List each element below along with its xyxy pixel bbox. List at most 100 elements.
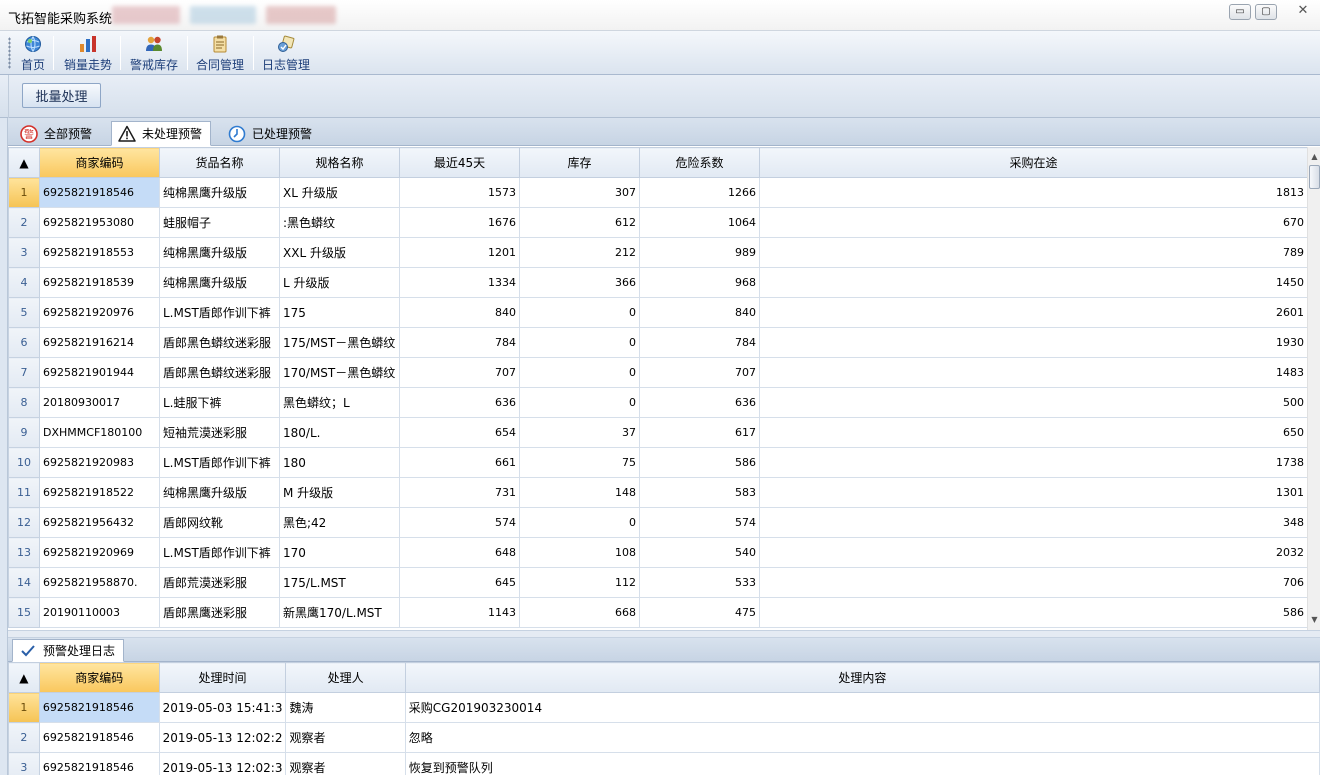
cell-risk-factor[interactable]: 707	[639, 357, 760, 388]
cell-product-name[interactable]: 短袖荒漠迷彩服	[159, 417, 280, 448]
column-header-in-transit[interactable]: 采购在途	[759, 147, 1308, 178]
close-button[interactable]: ✕	[1292, 4, 1314, 20]
cell-stock[interactable]: 366	[519, 267, 640, 298]
cell-product-name[interactable]: 纯棉黑鹰升级版	[159, 177, 280, 208]
cell-in-transit[interactable]: 670	[759, 207, 1308, 238]
cell-spec-name[interactable]: XXL 升级版	[279, 237, 400, 268]
cell-merchant-code[interactable]: 6925821918546	[38, 722, 160, 753]
table-row[interactable]: 2 6925821918546 2019-05-13 12:02:2 观察者 忽略	[8, 722, 1320, 753]
column-header-merchant-code[interactable]: 商家编码	[38, 662, 160, 693]
table-row[interactable]: 11 6925821918522 纯棉黑鹰升级版 M 升级版 731 148 583 1301	[8, 477, 1308, 508]
table-row[interactable]: 5 6925821920976 L.MST盾郎作训下裤 175 840 0 840 2601	[8, 297, 1308, 328]
table-row[interactable]: 12 6925821956432 盾郎网纹靴 黑色;42 574 0 574 348	[8, 507, 1308, 538]
cell-in-transit[interactable]: 1930	[759, 327, 1308, 358]
cell-product-name[interactable]: 盾郎黑色蟒纹迷彩服	[159, 327, 280, 358]
cell-product-name[interactable]: L.MST盾郎作训下裤	[159, 297, 280, 328]
column-header-process-content[interactable]: 处理内容	[404, 662, 1320, 693]
cell-in-transit[interactable]: 1738	[759, 447, 1308, 478]
cell-merchant-code[interactable]: 6925821918522	[39, 477, 160, 508]
cell-process-time[interactable]: 2019-05-13 12:02:3	[158, 752, 287, 775]
cell-risk-factor[interactable]: 583	[639, 477, 760, 508]
table-row[interactable]: 15 20190110003 盾郎黑鹰迷彩服 新黑鹰170/L.MST 1143 668 4…	[8, 597, 1308, 628]
cell-last-45-days[interactable]: 636	[399, 387, 520, 418]
cell-in-transit[interactable]: 500	[759, 387, 1308, 418]
cell-last-45-days[interactable]: 661	[399, 447, 520, 478]
cell-merchant-code[interactable]: 6925821916214	[39, 327, 160, 358]
cell-product-name[interactable]: 盾郎黑色蟒纹迷彩服	[159, 357, 280, 388]
cell-processor[interactable]: 观察者	[285, 722, 406, 753]
column-header-stock[interactable]: 库存	[519, 147, 640, 178]
cell-in-transit[interactable]: 1301	[759, 477, 1308, 508]
column-header-processor[interactable]: 处理人	[285, 662, 406, 693]
cell-stock[interactable]: 112	[519, 567, 640, 598]
cell-last-45-days[interactable]: 731	[399, 477, 520, 508]
cell-merchant-code[interactable]: 6925821956432	[39, 507, 160, 538]
cell-last-45-days[interactable]: 1676	[399, 207, 520, 238]
table-row[interactable]: 9 DXHMMCF180100 短袖荒漠迷彩服 180/L. 654 37 617 650	[8, 417, 1308, 448]
cell-product-name[interactable]: 纯棉黑鹰升级版	[159, 267, 280, 298]
table-row[interactable]: 1 6925821918546 2019-05-03 15:41:3 魏涛 采购CG20…	[8, 692, 1320, 723]
cell-merchant-code[interactable]: 6925821920976	[39, 297, 160, 328]
cell-merchant-code[interactable]: 20190110003	[39, 597, 160, 628]
toolbar-sales-trend-button[interactable]: 销量走势	[60, 33, 116, 73]
cell-spec-name[interactable]: 175/MST－黑色蟒纹	[279, 327, 400, 358]
minimize-button[interactable]: ▭	[1229, 4, 1251, 20]
table-row[interactable]: 14 6925821958870. 盾郎荒漠迷彩服 175/L.MST 645 112 53…	[8, 567, 1308, 598]
cell-process-content[interactable]: 忽略	[404, 722, 1320, 753]
cell-spec-name[interactable]: 180	[279, 447, 400, 478]
column-header-product-name[interactable]: 货品名称	[159, 147, 280, 178]
cell-risk-factor[interactable]: 989	[639, 237, 760, 268]
row-number[interactable]: 6	[8, 327, 40, 358]
row-number[interactable]: 3	[8, 752, 40, 775]
cell-stock[interactable]: 668	[519, 597, 640, 628]
row-number[interactable]: 5	[8, 297, 40, 328]
cell-merchant-code[interactable]: 6925821901944	[39, 357, 160, 388]
cell-merchant-code[interactable]: 20180930017	[39, 387, 160, 418]
column-header-process-time[interactable]: 处理时间	[158, 662, 287, 693]
column-header-risk-factor[interactable]: 危险系数	[639, 147, 760, 178]
cell-last-45-days[interactable]: 645	[399, 567, 520, 598]
table-row[interactable]: 1 6925821918546 纯棉黑鹰升级版 XL 升级版 1573 307 1266 18…	[8, 177, 1308, 208]
cell-last-45-days[interactable]: 1573	[399, 177, 520, 208]
cell-risk-factor[interactable]: 1266	[639, 177, 760, 208]
cell-in-transit[interactable]: 2601	[759, 297, 1308, 328]
cell-stock[interactable]: 0	[519, 297, 640, 328]
row-number[interactable]: 10	[8, 447, 40, 478]
cell-product-name[interactable]: 盾郎黑鹰迷彩服	[159, 597, 280, 628]
row-number[interactable]: 12	[8, 507, 40, 538]
toolbar-stock-alert-button[interactable]: 警戒库存	[126, 33, 182, 73]
row-number[interactable]: 8	[8, 387, 40, 418]
cell-process-time[interactable]: 2019-05-03 15:41:3	[158, 692, 287, 723]
cell-in-transit[interactable]: 1483	[759, 357, 1308, 388]
row-number[interactable]: 11	[8, 477, 40, 508]
row-number[interactable]: 9	[8, 417, 40, 448]
cell-stock[interactable]: 75	[519, 447, 640, 478]
cell-process-content[interactable]: 采购CG201903230014	[404, 692, 1320, 723]
cell-risk-factor[interactable]: 533	[639, 567, 760, 598]
cell-merchant-code[interactable]: DXHMMCF180100	[39, 417, 160, 448]
table-row[interactable]: 3 6925821918546 2019-05-13 12:02:3 观察者 恢复到预警…	[8, 752, 1320, 775]
cell-last-45-days[interactable]: 1334	[399, 267, 520, 298]
cell-in-transit[interactable]: 706	[759, 567, 1308, 598]
tab-alert-log[interactable]: 预警处理日志	[12, 639, 125, 662]
cell-spec-name[interactable]: :黑色蟒纹	[279, 207, 400, 238]
column-header-merchant-code[interactable]: 商家编码	[39, 147, 160, 178]
cell-merchant-code[interactable]: 6925821958870.	[39, 567, 160, 598]
table-row[interactable]: 2 6925821953080 蛙服帽子:黑色蟒纹 1676 612 1064 670	[8, 207, 1308, 238]
scroll-up-arrow[interactable]: ▲	[1308, 150, 1320, 164]
cell-in-transit[interactable]: 348	[759, 507, 1308, 538]
column-header-last-45-days[interactable]: 最近45天	[399, 147, 520, 178]
cell-in-transit[interactable]: 789	[759, 237, 1308, 268]
scroll-down-arrow[interactable]: ▼	[1308, 613, 1320, 627]
cell-last-45-days[interactable]: 1201	[399, 237, 520, 268]
cell-product-name[interactable]: L.MST盾郎作训下裤	[159, 447, 280, 478]
toolbar-grip[interactable]	[8, 37, 11, 69]
row-number[interactable]: 7	[8, 357, 40, 388]
cell-in-transit[interactable]: 650	[759, 417, 1308, 448]
restore-button[interactable]: ▢	[1255, 4, 1277, 20]
cell-merchant-code[interactable]: 6925821918546	[38, 752, 160, 775]
table-row[interactable]: 6 6925821916214 盾郎黑色蟒纹迷彩服 175/MST－黑色蟒纹 784 0 7…	[8, 327, 1308, 358]
cell-last-45-days[interactable]: 707	[399, 357, 520, 388]
row-number[interactable]: 1	[8, 692, 40, 723]
alert-grid-scrollbar[interactable]: ▲ ▼	[1307, 147, 1320, 630]
